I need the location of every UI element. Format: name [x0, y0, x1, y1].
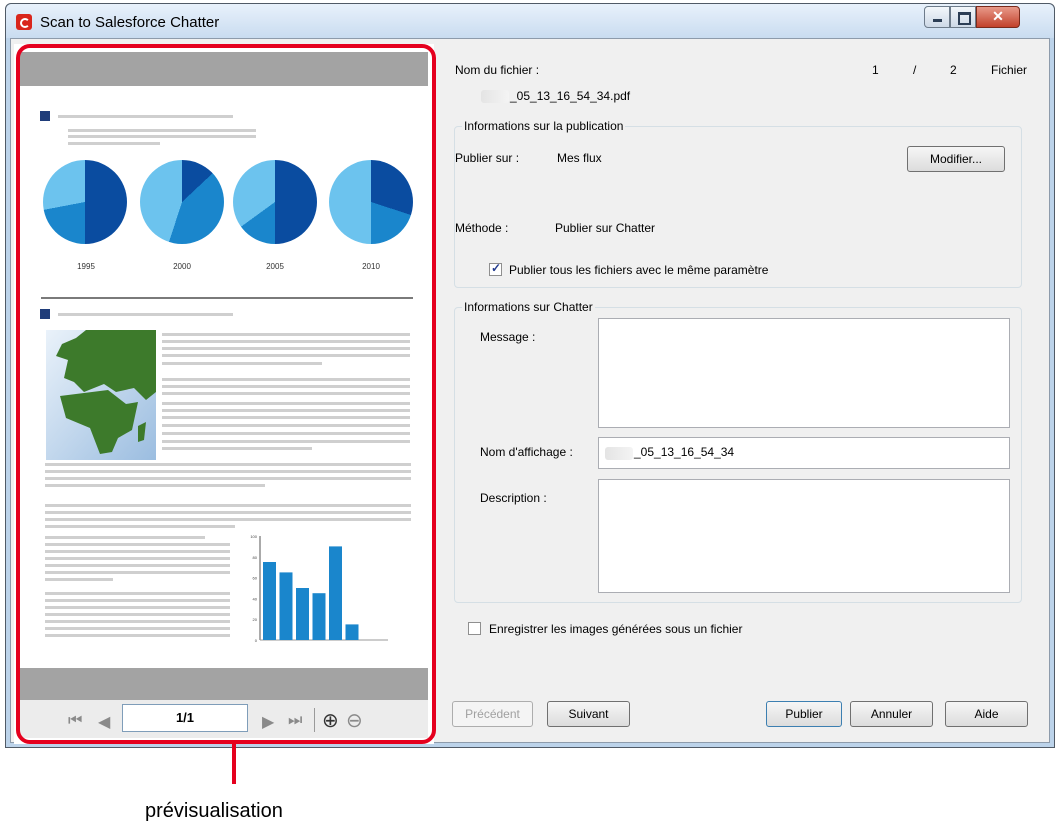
cancel-button[interactable]: Annuler [850, 701, 933, 727]
file-counter-total: 2 [950, 63, 957, 77]
file-counter-current: 1 [872, 63, 879, 77]
previous-button[interactable]: Précédent [452, 701, 533, 727]
save-images-checkbox[interactable] [468, 622, 481, 635]
close-icon: ✕ [992, 8, 1004, 24]
file-counter-separator: / [913, 63, 917, 77]
preview-caption: prévisualisation [145, 800, 283, 822]
file-name-value: _05_13_16_54_34.pdf [510, 89, 631, 103]
salesforce-app-icon [16, 14, 32, 30]
same-setting-checkbox[interactable] [489, 261, 502, 276]
display-name-value: _05_13_16_54_34 [634, 445, 735, 459]
same-setting-label: Publier tous les fichiers avec le même p… [509, 263, 769, 277]
publish-button[interactable]: Publier [766, 701, 842, 727]
minimize-button[interactable] [924, 6, 950, 28]
preview-highlight-frame [16, 44, 436, 744]
help-button[interactable]: Aide [945, 701, 1028, 727]
description-label: Description : [480, 491, 547, 505]
next-button[interactable]: Suivant [547, 701, 630, 727]
publish-on-label: Publier sur : [455, 151, 520, 165]
masked-text [481, 90, 509, 103]
display-name-label: Nom d'affichage : [480, 445, 573, 459]
close-button[interactable]: ✕ [976, 6, 1020, 28]
maximize-button[interactable] [950, 6, 976, 28]
message-input[interactable] [598, 318, 1010, 428]
method-label: Méthode : [455, 221, 509, 235]
callout-line [232, 740, 236, 784]
window-title: Scan to Salesforce Chatter [40, 14, 220, 31]
publication-group-title: Informations sur la publication [462, 119, 626, 133]
description-input[interactable] [598, 479, 1010, 593]
modify-button[interactable]: Modifier... [907, 146, 1005, 172]
save-images-label: Enregistrer les images générées sous un … [489, 622, 743, 636]
display-name-input[interactable]: _05_13_16_54_34 [598, 437, 1010, 469]
masked-text [605, 447, 633, 460]
chatter-group-title: Informations sur Chatter [462, 300, 595, 314]
publish-on-value: Mes flux [557, 151, 602, 165]
file-counter-unit: Fichier [991, 63, 1028, 77]
title-bar[interactable]: Scan to Salesforce Chatter ✕ [6, 4, 1054, 38]
method-value: Publier sur Chatter [555, 221, 656, 235]
file-name-label: Nom du fichier : [455, 63, 540, 77]
message-label: Message : [480, 330, 536, 344]
